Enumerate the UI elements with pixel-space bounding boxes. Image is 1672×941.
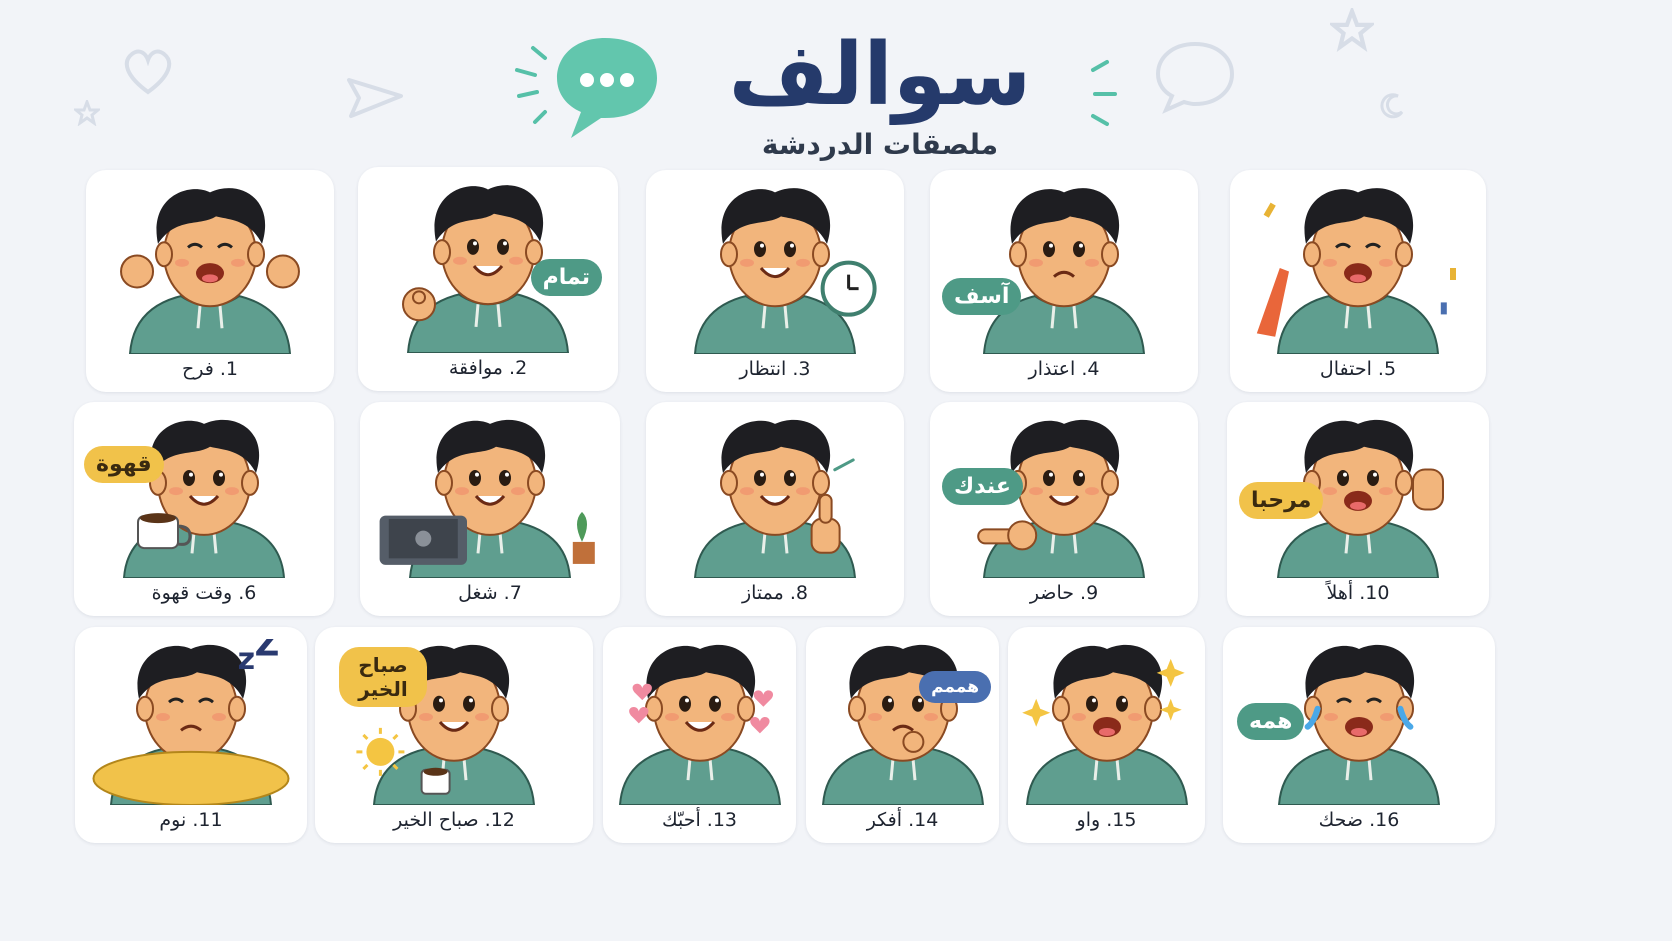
speech-bubble: قهوة xyxy=(84,446,164,483)
sticker-card[interactable]: 7. شغل xyxy=(360,402,620,616)
thinking-icon xyxy=(821,644,984,805)
sticker-card[interactable]: تمام 2. موافقة xyxy=(358,167,618,391)
sticker-card[interactable]: آسف 4. اعتذار xyxy=(930,170,1198,392)
speech-bubble: هممم xyxy=(919,671,991,703)
sticker-label: 15. واو xyxy=(1076,809,1137,831)
sticker-card[interactable]: صباح الخير 12. صباح الخير xyxy=(315,627,593,843)
speech-bubble: تمام xyxy=(530,259,602,296)
laptop-icon xyxy=(379,419,595,578)
speech-bubble: صباح الخير xyxy=(339,647,427,707)
sticker-label: 1. فرح xyxy=(181,358,238,380)
sticker-card[interactable]: عندك 9. حاضر xyxy=(930,402,1198,616)
sticker-card[interactable]: همه 16. ضحك xyxy=(1223,627,1495,843)
svg-text:Z: Z xyxy=(255,639,280,665)
sticker-card[interactable]: 3. انتظار xyxy=(646,170,904,392)
sticker-label: 2. موافقة xyxy=(448,357,528,379)
sticker-label: 6. وقت قهوة xyxy=(151,582,257,604)
speech-bubble: عندك xyxy=(942,468,1023,505)
praying-hands-icon xyxy=(982,188,1146,354)
sticker-card[interactable]: مرحبا 10. أهلاً xyxy=(1227,402,1489,616)
sticker-card[interactable]: 1. فرح xyxy=(86,170,334,392)
heart-hands-icon xyxy=(618,644,781,805)
celebrate-arms-icon xyxy=(120,188,300,354)
sparkle-icon xyxy=(1021,644,1188,805)
sticker-label: 11. نوم xyxy=(159,809,223,831)
coffee-cup-icon xyxy=(122,419,286,578)
speech-bubble: آسف xyxy=(942,278,1022,315)
sticker-card[interactable]: 13. أحبّك xyxy=(603,627,796,843)
sticker-label: 14. أفكر xyxy=(866,809,939,831)
speech-bubble: مرحبا xyxy=(1239,482,1324,519)
zzz-icon: zZ xyxy=(92,639,290,805)
sticker-card[interactable]: 8. ممتاز xyxy=(646,402,904,616)
sticker-label: 9. حاضر xyxy=(1029,582,1099,604)
party-popper-icon xyxy=(1256,188,1456,354)
sticker-label: 8. ممتاز xyxy=(741,582,809,604)
svg-text:z: z xyxy=(238,642,255,677)
sticker-card[interactable]: z Z 11. نوم xyxy=(75,627,307,843)
sticker-card[interactable]: هممم 14. أفكر xyxy=(806,627,999,843)
sticker-label: 10. أهلاً xyxy=(1326,582,1390,604)
thumbs-up-icon xyxy=(693,419,857,578)
sticker-label: 7. شغل xyxy=(458,582,522,604)
sticker-grid: 1. فرح تمام 2. موافقة 3. انتظار آسف 4. ا… xyxy=(0,0,1672,941)
sticker-card[interactable]: 15. واو xyxy=(1008,627,1205,843)
sticker-label: 13. أحبّك xyxy=(661,809,738,831)
sticker-card[interactable]: قهوة 6. وقت قهوة xyxy=(74,402,334,616)
sticker-label: 5. احتفال xyxy=(1319,358,1397,380)
sticker-label: 16. ضحك xyxy=(1318,809,1400,831)
sticker-label: 4. اعتذار xyxy=(1028,358,1100,380)
clock-icon xyxy=(693,188,877,354)
speech-bubble: همه xyxy=(1237,703,1305,740)
sticker-label: 3. انتظار xyxy=(739,358,811,380)
sticker-label: 12. صباح الخير xyxy=(393,809,515,831)
sticker-card[interactable]: 5. احتفال xyxy=(1230,170,1486,392)
